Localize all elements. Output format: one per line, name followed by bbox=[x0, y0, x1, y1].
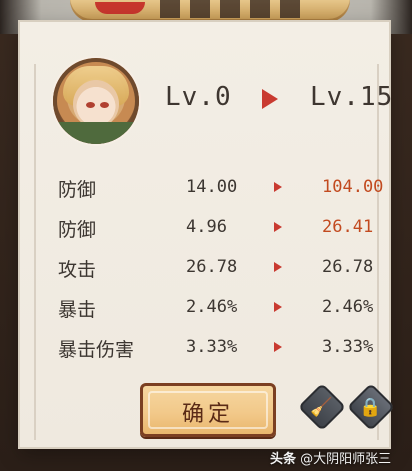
stat-row-crit: 暴击 2.46% 2.46% bbox=[58, 295, 388, 323]
avatar-face bbox=[73, 80, 119, 128]
avatar-clothing bbox=[53, 122, 139, 144]
stat-to-value: 2.46% bbox=[322, 297, 374, 317]
target-level: Lv.15 bbox=[310, 82, 394, 112]
banner-red-accent bbox=[95, 2, 145, 14]
stat-row-crit-damage: 暴击伤害 3.33% 3.33% bbox=[58, 335, 388, 363]
stat-row-defense-1: 防御 14.00 104.00 bbox=[58, 175, 388, 203]
stat-to-value: 104.00 bbox=[322, 177, 384, 197]
stat-to-value: 3.33% bbox=[322, 337, 374, 357]
level-arrow-icon bbox=[262, 89, 278, 109]
avatar-eye-right bbox=[100, 102, 109, 108]
watermark-logo: 头条 bbox=[270, 452, 297, 467]
stat-row-attack: 攻击 26.78 26.78 bbox=[58, 255, 388, 283]
stat-label: 攻击 bbox=[58, 259, 97, 281]
watermark: 头条 @大阴阳师张三 bbox=[270, 448, 412, 471]
confirm-label: 确定 bbox=[181, 402, 234, 427]
character-avatar bbox=[53, 58, 139, 144]
watermark-text: @大阴阳师张三 bbox=[300, 452, 392, 467]
stat-to-value: 26.41 bbox=[322, 217, 374, 237]
confirm-button[interactable]: 确定 bbox=[140, 383, 276, 437]
stat-label: 暴击伤害 bbox=[58, 339, 135, 361]
stat-row-defense-2: 防御 4.96 26.41 bbox=[58, 215, 388, 243]
current-level: Lv.0 bbox=[165, 82, 232, 112]
stat-label: 暴击 bbox=[58, 299, 97, 321]
stat-arrow-icon bbox=[274, 342, 282, 352]
avatar-eye-left bbox=[86, 102, 95, 108]
stat-arrow-icon bbox=[274, 222, 282, 232]
banner-title-art bbox=[160, 0, 300, 18]
stat-arrow-icon bbox=[274, 302, 282, 312]
stat-arrow-icon bbox=[274, 262, 282, 272]
stat-arrow-icon bbox=[274, 182, 282, 192]
stat-to-value: 26.78 bbox=[322, 257, 374, 277]
stat-label: 防御 bbox=[58, 219, 97, 241]
stat-label: 防御 bbox=[58, 179, 97, 201]
